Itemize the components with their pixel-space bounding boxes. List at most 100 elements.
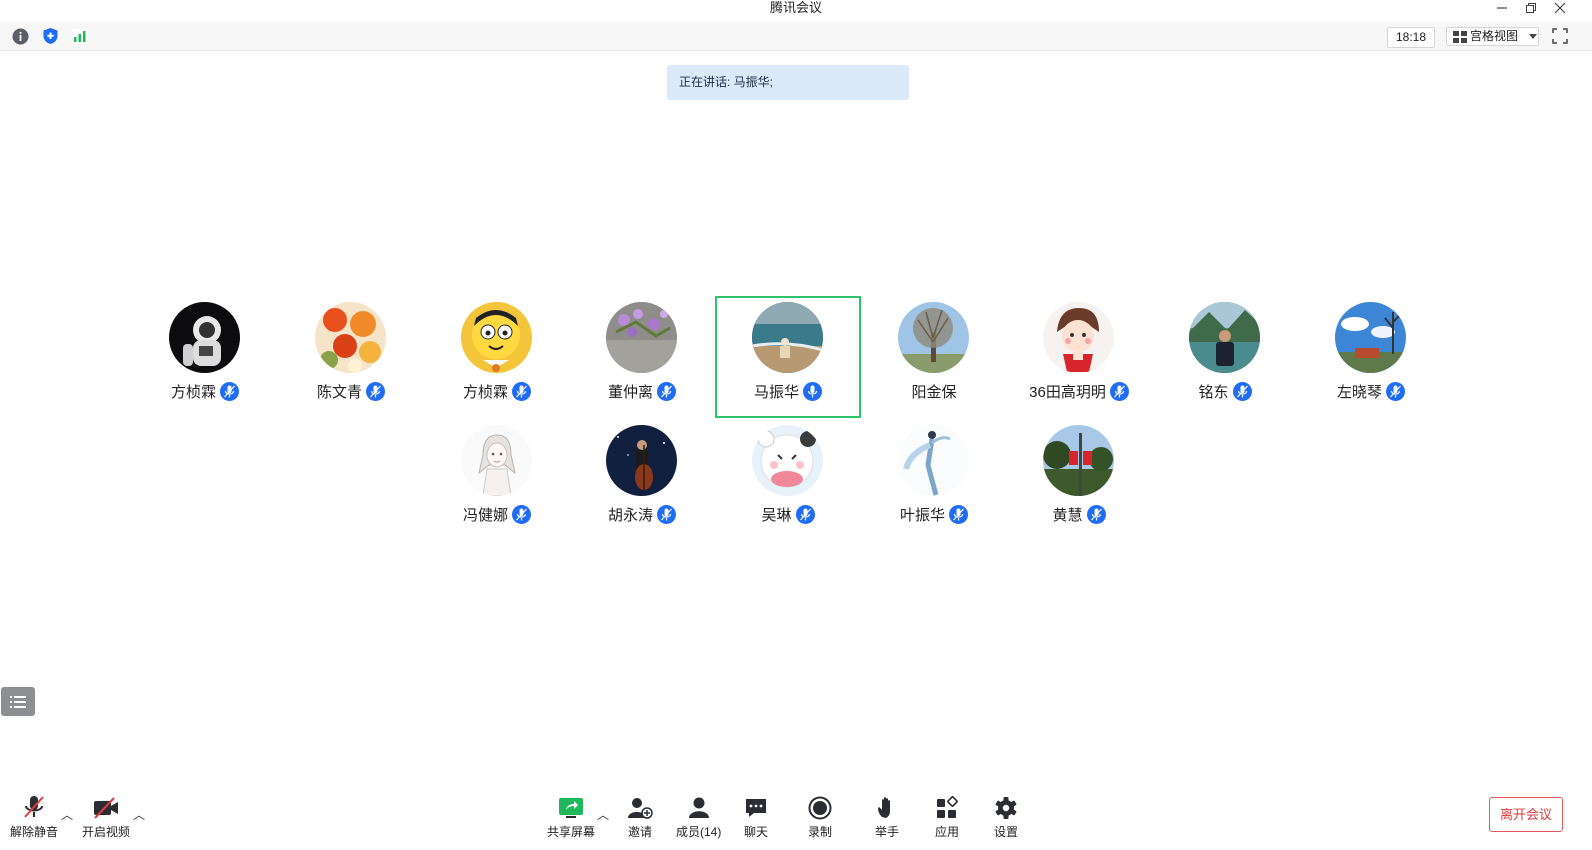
chat-label: 聊天 bbox=[744, 825, 769, 839]
record-button[interactable]: 录制 bbox=[808, 794, 832, 840]
share-screen-label: 共享屏幕 bbox=[547, 825, 596, 839]
mic-muted-icon bbox=[657, 504, 676, 524]
participant-tile[interactable]: 冯健娜 bbox=[424, 419, 570, 541]
members-icon bbox=[686, 794, 712, 820]
mic-muted-icon bbox=[1386, 381, 1405, 401]
avatar bbox=[1043, 302, 1114, 373]
top-toolbar: 18:18 宫格视图 bbox=[0, 22, 1592, 51]
members-label: 成员(14) bbox=[676, 825, 722, 839]
avatar bbox=[752, 425, 823, 496]
participant-tile[interactable]: 阳金保 bbox=[861, 296, 1007, 418]
participant-tile[interactable]: 36田高玥明 bbox=[1006, 296, 1152, 418]
participant-tile[interactable]: 黄慧 bbox=[1006, 419, 1152, 541]
participant-name: 马振华 bbox=[753, 383, 799, 401]
fullscreen-icon[interactable] bbox=[1551, 27, 1569, 45]
list-icon bbox=[10, 695, 26, 708]
minimize-icon[interactable] bbox=[1492, 0, 1512, 16]
share-options-chevron-icon[interactable]: ︿ bbox=[597, 806, 609, 823]
avatar bbox=[461, 425, 532, 496]
bottom-toolbar: 解除静音 ︿ 开启视频 ︿ 共享屏幕 ︿ 邀请 成员(14) 聊天 录制 举手 … bbox=[0, 786, 1592, 850]
window-title: 腾讯会议 bbox=[769, 0, 822, 15]
start-video-button[interactable]: 开启视频 bbox=[82, 794, 130, 840]
raise-hand-label: 举手 bbox=[875, 825, 900, 839]
avatar bbox=[315, 302, 386, 373]
view-switch-button[interactable]: 宫格视图 bbox=[1446, 27, 1539, 46]
apps-label: 应用 bbox=[935, 825, 960, 839]
apps-icon bbox=[935, 794, 959, 820]
chat-button[interactable]: 聊天 bbox=[744, 794, 768, 840]
participant-name: 左晓琴 bbox=[1336, 383, 1382, 401]
participant-name: 吴琳 bbox=[761, 506, 792, 524]
invite-button[interactable]: 邀请 bbox=[627, 794, 653, 840]
participant-name: 阳金保 bbox=[911, 383, 957, 401]
participant-name: 胡永涛 bbox=[607, 506, 653, 524]
participant-name: 铭东 bbox=[1198, 383, 1229, 401]
participant-tile[interactable]: 胡永涛 bbox=[569, 419, 715, 541]
participant-tile[interactable]: 方桢霖 bbox=[424, 296, 570, 418]
record-label: 录制 bbox=[808, 825, 833, 839]
gear-icon bbox=[994, 794, 1018, 820]
avatar bbox=[606, 425, 677, 496]
participant-name: 叶振华 bbox=[899, 506, 945, 524]
chat-icon bbox=[744, 794, 768, 820]
mic-muted-icon bbox=[795, 504, 815, 524]
avatar bbox=[898, 425, 969, 496]
mic-off-icon bbox=[21, 794, 47, 820]
leave-meeting-button[interactable]: 离开会议 bbox=[1489, 797, 1563, 832]
avatar bbox=[1335, 302, 1406, 373]
audio-options-chevron-icon[interactable]: ︿ bbox=[61, 806, 73, 823]
participant-tile[interactable]: 铭东 bbox=[1152, 296, 1298, 418]
security-shield-icon[interactable] bbox=[40, 26, 60, 46]
unmute-button[interactable]: 解除静音 bbox=[10, 794, 58, 840]
settings-label: 设置 bbox=[994, 825, 1019, 839]
mic-muted-icon bbox=[1232, 381, 1252, 401]
share-screen-icon bbox=[558, 794, 584, 820]
avatar bbox=[169, 302, 240, 373]
apps-button[interactable]: 应用 bbox=[935, 794, 959, 840]
participant-tile[interactable]: 方桢霖 bbox=[132, 296, 278, 418]
participant-tile[interactable]: 马振华 bbox=[715, 296, 861, 418]
share-screen-button[interactable]: 共享屏幕 bbox=[547, 794, 595, 840]
avatar bbox=[752, 302, 823, 373]
avatar bbox=[461, 302, 532, 373]
chevron-down-icon bbox=[1529, 33, 1538, 39]
mic-muted-icon bbox=[220, 381, 239, 401]
settings-button[interactable]: 设置 bbox=[994, 794, 1018, 840]
title-bar: 腾讯会议 bbox=[0, 0, 1592, 23]
mic-muted-icon bbox=[512, 381, 531, 401]
participant-tile[interactable]: 董仲离 bbox=[569, 296, 715, 418]
participant-name: 董仲离 bbox=[607, 383, 653, 401]
mic-muted-icon bbox=[657, 381, 676, 401]
unmute-label: 解除静音 bbox=[10, 825, 59, 839]
participant-name: 36田高玥明 bbox=[1029, 383, 1106, 401]
participant-tile[interactable]: 叶振华 bbox=[861, 419, 1007, 541]
side-list-toggle[interactable] bbox=[1, 687, 35, 716]
video-options-chevron-icon[interactable]: ︿ bbox=[133, 806, 145, 823]
raise-hand-button[interactable]: 举手 bbox=[875, 794, 899, 840]
mic-muted-icon bbox=[512, 504, 531, 524]
invite-label: 邀请 bbox=[627, 825, 652, 839]
participant-name: 冯健娜 bbox=[462, 506, 508, 524]
participant-tile[interactable]: 左晓琴 bbox=[1298, 296, 1444, 418]
grid-icon bbox=[1453, 30, 1467, 43]
view-label: 宫格视图 bbox=[1470, 29, 1519, 43]
close-icon[interactable] bbox=[1550, 0, 1570, 16]
restore-icon[interactable] bbox=[1521, 0, 1541, 16]
camera-off-icon bbox=[92, 794, 120, 820]
info-icon[interactable] bbox=[10, 26, 30, 46]
mic-muted-icon bbox=[366, 381, 385, 401]
avatar bbox=[1189, 302, 1260, 373]
members-button[interactable]: 成员(14) bbox=[676, 794, 721, 840]
avatar bbox=[1043, 425, 1114, 496]
mic-muted-icon bbox=[1086, 504, 1106, 524]
participant-name: 方桢霖 bbox=[170, 383, 216, 401]
record-icon bbox=[808, 794, 832, 820]
avatar bbox=[898, 302, 969, 373]
signal-icon[interactable] bbox=[70, 26, 90, 46]
participant-tile[interactable]: 吴琳 bbox=[715, 419, 861, 541]
participant-tile[interactable]: 陈文青 bbox=[278, 296, 424, 418]
participant-name: 陈文青 bbox=[316, 383, 362, 401]
start-video-label: 开启视频 bbox=[82, 825, 131, 839]
add-user-icon bbox=[627, 794, 653, 820]
participant-name: 方桢霖 bbox=[462, 383, 508, 401]
